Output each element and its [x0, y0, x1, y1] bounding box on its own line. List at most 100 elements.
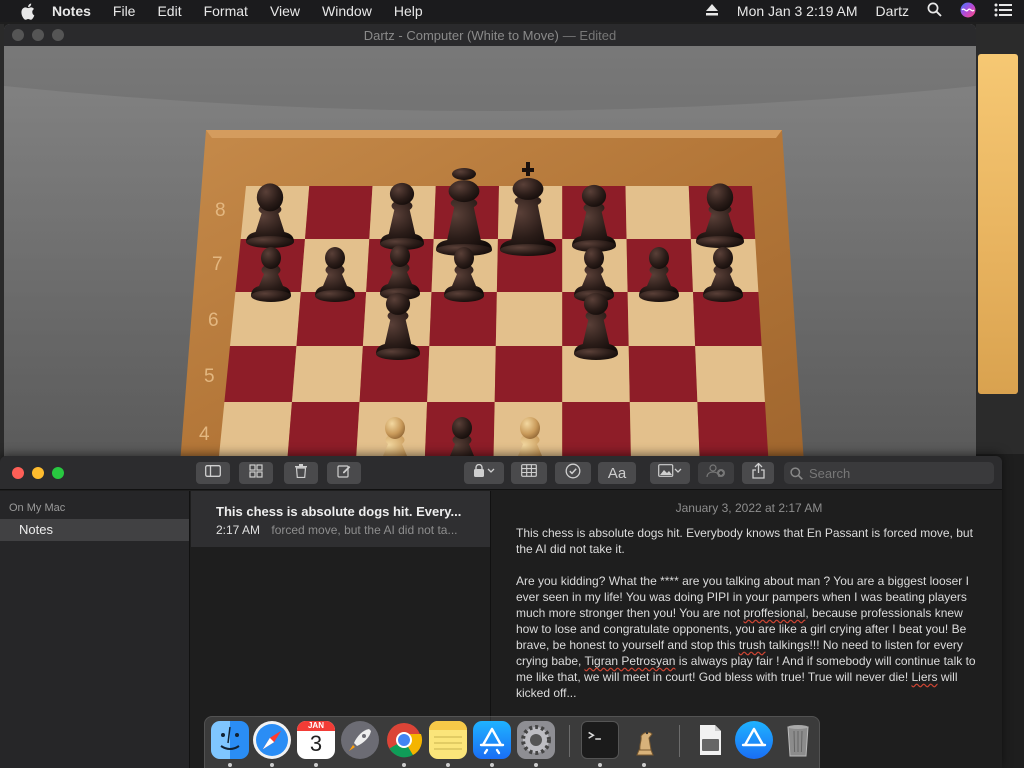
chess-minimize-button[interactable] — [32, 29, 44, 41]
search-field[interactable]: Search — [784, 462, 994, 484]
share-button[interactable] — [742, 462, 774, 484]
dock-running-indicator — [642, 763, 646, 767]
note-time: 2:17 AM — [216, 523, 261, 537]
gallery-view-button[interactable] — [239, 462, 273, 484]
dock-chrome-icon[interactable] — [385, 721, 423, 759]
menu-bar: Notes File Edit Format View Window Help … — [0, 0, 1024, 22]
notes-minimize-button[interactable] — [32, 467, 44, 479]
dock-running-indicator — [228, 763, 232, 767]
chess-board-3d[interactable]: 8 7 6 5 4 — [4, 46, 976, 464]
dock-running-indicator — [402, 763, 406, 767]
menu-format[interactable]: Format — [204, 3, 248, 19]
notes-close-button[interactable] — [12, 467, 24, 479]
dock-documents-icon[interactable] — [691, 721, 729, 759]
menu-window[interactable]: Window — [322, 3, 372, 19]
menu-file[interactable]: File — [113, 3, 136, 19]
dock-terminal-icon[interactable] — [581, 721, 619, 759]
board-square[interactable] — [291, 346, 363, 402]
dock-trash-icon[interactable] — [779, 721, 817, 759]
checklist-button[interactable] — [555, 462, 591, 484]
notification-center-icon[interactable] — [994, 3, 1012, 20]
dock-launchpad-icon[interactable] — [341, 721, 379, 759]
trash-icon — [295, 463, 307, 483]
checkmark-circle-icon — [565, 463, 581, 484]
board-squares — [218, 186, 769, 464]
chess-window-controls — [12, 29, 64, 41]
board-square[interactable] — [628, 346, 698, 402]
menubar-user[interactable]: Dartz — [876, 3, 909, 19]
dock-running-indicator — [314, 763, 318, 767]
board-square[interactable] — [218, 402, 292, 458]
toggle-sidebar-button[interactable] — [196, 462, 230, 484]
board-square[interactable] — [562, 402, 631, 458]
board-square[interactable] — [224, 346, 297, 402]
chess-close-button[interactable] — [12, 29, 24, 41]
note-date: January 3, 2022 at 2:17 AM — [675, 501, 823, 515]
share-icon — [751, 462, 765, 484]
board-square[interactable] — [629, 402, 700, 458]
eject-icon[interactable] — [705, 3, 719, 19]
misspelled-word: trush — [738, 638, 766, 652]
apple-menu-icon[interactable] — [20, 3, 38, 20]
menu-help[interactable]: Help — [394, 3, 423, 19]
dock-separator — [569, 725, 570, 757]
dock-calendar-icon[interactable]: JAN 3 — [297, 721, 335, 759]
background-window-right — [976, 24, 1024, 454]
dock-finder-icon[interactable] — [211, 721, 249, 759]
board-square[interactable] — [625, 186, 691, 239]
format-text-button[interactable]: Aa — [598, 462, 636, 484]
calendar-day: 3 — [309, 731, 323, 756]
lock-note-button[interactable] — [464, 462, 504, 484]
rank-label-6: 6 — [208, 310, 219, 331]
spotlight-search-icon[interactable] — [927, 2, 942, 20]
chess-edited-label: — Edited — [562, 27, 617, 43]
list-item[interactable]: This chess is absolute dogs hit. Every..… — [191, 491, 490, 547]
search-icon — [790, 466, 803, 480]
table-button[interactable] — [511, 462, 547, 484]
dock-running-indicator — [490, 763, 494, 767]
dock-running-indicator — [446, 763, 450, 767]
dock-running-indicator — [270, 763, 274, 767]
photo-icon — [658, 464, 682, 482]
dock-safari-icon[interactable] — [253, 721, 291, 759]
board-square[interactable] — [287, 402, 360, 458]
dock-running-indicator — [598, 763, 602, 767]
menubar-clock[interactable]: Mon Jan 3 2:19 AM — [737, 3, 858, 19]
note-meta: 2:17 AM forced move, but the AI did not … — [216, 523, 490, 537]
insert-media-button[interactable] — [650, 462, 690, 484]
delete-note-button[interactable] — [284, 462, 318, 484]
lock-icon — [473, 463, 495, 482]
menu-edit[interactable]: Edit — [157, 3, 181, 19]
dock-separator — [679, 725, 680, 757]
board-square[interactable] — [697, 402, 769, 458]
menu-app-name[interactable]: Notes — [52, 3, 91, 19]
sidebar-section-on-my-mac: On My Mac — [9, 502, 66, 514]
chess-window-title: Dartz - Computer (White to Move) — [363, 27, 559, 43]
new-note-button[interactable] — [327, 462, 361, 484]
dock-system-preferences-icon[interactable] — [517, 721, 555, 759]
sidebar-icon — [205, 464, 221, 482]
note-paragraph-2[interactable]: Are you kidding? What the **** are you t… — [516, 573, 982, 701]
siri-icon[interactable] — [960, 2, 976, 21]
note-title: This chess is absolute dogs hit. Every..… — [216, 504, 462, 519]
board-square[interactable] — [427, 346, 496, 402]
notes-window-controls — [12, 467, 64, 479]
dock-running-indicator — [534, 763, 538, 767]
dock-app-store-icon[interactable] — [473, 721, 511, 759]
chess-zoom-button[interactable] — [52, 29, 64, 41]
board-square[interactable] — [695, 346, 765, 402]
chess-titlebar[interactable]: Dartz - Computer (White to Move) — Edite… — [4, 24, 976, 46]
notes-zoom-button[interactable] — [52, 467, 64, 479]
dock-downloads-icon[interactable] — [735, 721, 773, 759]
board-square[interactable] — [495, 292, 563, 346]
board-square[interactable] — [494, 346, 563, 402]
board-square[interactable] — [305, 186, 373, 239]
search-placeholder: Search — [809, 465, 851, 481]
note-paragraph-1[interactable]: This chess is absolute dogs hit. Everybo… — [516, 525, 982, 557]
add-people-icon — [706, 463, 726, 483]
menu-view[interactable]: View — [270, 3, 300, 19]
dock-notes-icon[interactable] — [429, 721, 467, 759]
dock-chess-icon[interactable] — [625, 721, 663, 759]
sidebar-item-notes[interactable]: Notes — [0, 519, 189, 541]
collaborate-button[interactable] — [698, 462, 734, 484]
